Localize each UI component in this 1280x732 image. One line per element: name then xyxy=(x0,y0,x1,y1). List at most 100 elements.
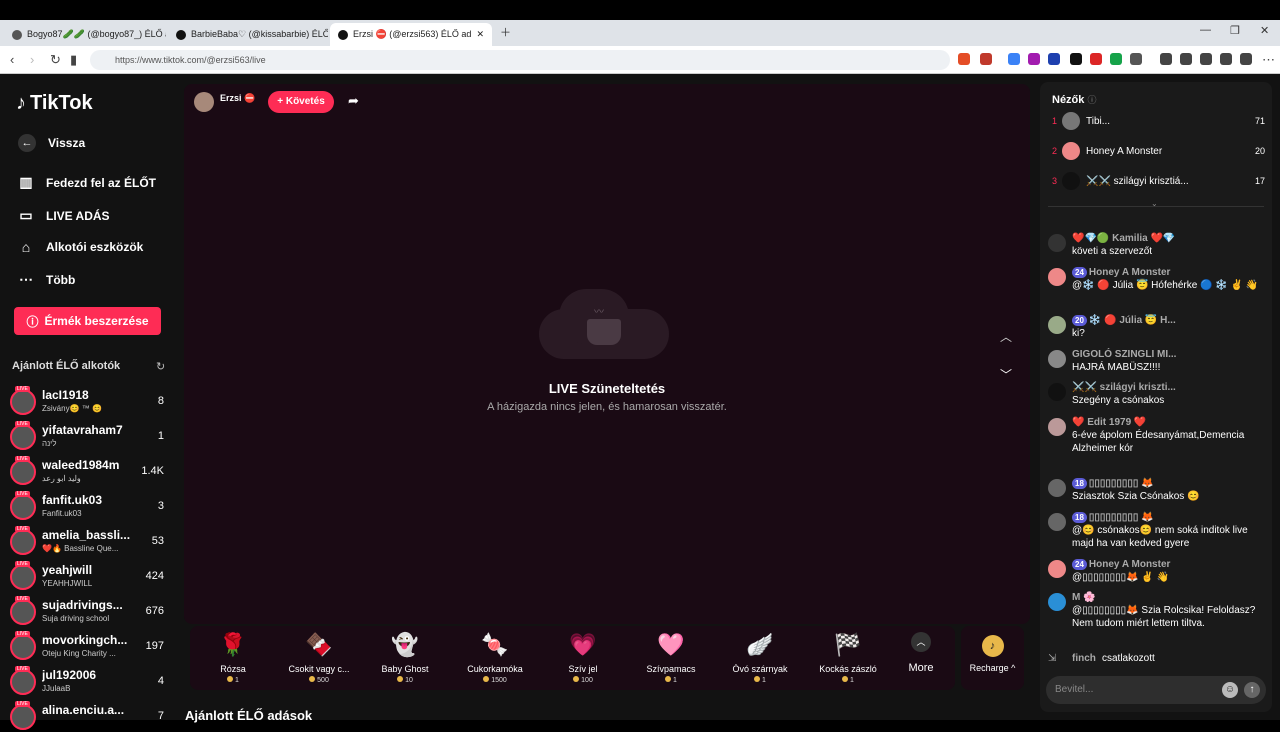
creator-item[interactable]: LIVE fanfit.uk03 Fanfit.uk03 3 xyxy=(10,491,170,522)
extension-icon[interactable] xyxy=(1028,53,1040,65)
browser-tab[interactable]: Bogyo87🥒🥒 (@bogyo87_) ÉLŐ a... xyxy=(4,23,166,46)
chat-username[interactable]: ⚔️⚔️ szilágyi kriszti... xyxy=(1072,381,1266,394)
collections-icon[interactable] xyxy=(1200,53,1212,65)
reload-icon[interactable]: ↻ xyxy=(50,52,61,68)
live-badge: LIVE xyxy=(15,526,30,532)
gift-item[interactable]: 🩷 Szívpamacs 1 xyxy=(628,632,714,684)
extension-icon[interactable] xyxy=(1110,53,1122,65)
viewers-title: Nézők ⓘ xyxy=(1052,94,1097,106)
chat-username[interactable]: Honey A Monster xyxy=(1089,267,1171,278)
gift-item[interactable]: 🪽 Óvó szárnyak 1 xyxy=(717,632,803,684)
extension-icon[interactable] xyxy=(980,53,992,65)
creator-item[interactable]: LIVE jul192006 JJulaaB 4 xyxy=(10,666,170,697)
creator-item[interactable]: LIVE yeahjwill YEAHHJWILL 424 xyxy=(10,561,170,592)
extension-icon[interactable] xyxy=(1130,53,1142,65)
browser-tab[interactable]: BarbieBaba♡ (@kissabarbie) ÉLŐ xyxy=(168,23,328,46)
close-tab-icon[interactable]: ✕ xyxy=(476,29,484,40)
menu-icon[interactable]: ⋯ xyxy=(1262,52,1275,68)
chevron-down-icon[interactable]: ﹀ xyxy=(1000,366,1012,383)
new-tab-icon[interactable]: ＋ xyxy=(500,24,511,40)
back-icon[interactable]: ‹ xyxy=(10,52,14,67)
chevron-up-icon[interactable]: ︿ xyxy=(1000,328,1012,345)
chat-input[interactable]: Bevitel... ☺ ↑ xyxy=(1046,676,1266,704)
info-icon[interactable]: ⓘ xyxy=(1087,95,1096,105)
extension-icon[interactable] xyxy=(1090,53,1102,65)
send-icon[interactable]: ↑ xyxy=(1244,682,1260,698)
chat-username[interactable]: ▯▯▯▯▯▯▯▯▯ 🦊 xyxy=(1089,512,1154,523)
gift-price: 1 xyxy=(762,677,766,684)
chat-username[interactable]: ❄️ 🔴 Júlia 😇 H... xyxy=(1089,315,1176,326)
viewer-row[interactable]: 3 ⚔️⚔️ szilágyi krisztiá... 17 xyxy=(1050,171,1265,193)
refresh-icon[interactable]: ↻ xyxy=(156,360,165,373)
close-window-icon[interactable]: ✕ xyxy=(1260,24,1269,37)
viewer-count: 1.4K xyxy=(141,465,164,477)
nav-more[interactable]: ⋯ Több xyxy=(18,271,75,288)
nav-creator-tools[interactable]: ⌂ Alkotói eszközök xyxy=(18,239,144,255)
live-player[interactable]: Erzsi ⛔ + Követés ➦ 〰 LIVE Szüneteltetés… xyxy=(184,84,1030,624)
chat-username[interactable]: Honey A Monster xyxy=(1089,559,1171,570)
creator-sub: Oteju King Charity ... xyxy=(42,649,116,658)
follow-button[interactable]: + Követés xyxy=(268,91,334,113)
extension-icon[interactable] xyxy=(1008,53,1020,65)
url-field[interactable]: https://www.tiktok.com/@erzsi563/live xyxy=(90,50,950,70)
chat-username[interactable]: M 🌸 xyxy=(1072,591,1266,604)
extension-icon[interactable] xyxy=(1070,53,1082,65)
chat-username[interactable]: GIGOLÓ SZINGLI MI... xyxy=(1072,348,1266,361)
restore-icon[interactable]: ❐ xyxy=(1230,24,1240,37)
chat-username[interactable]: ▯▯▯▯▯▯▯▯▯ 🦊 xyxy=(1089,478,1154,489)
tiktok-logo[interactable]: ♪ TikTok xyxy=(16,92,93,115)
forward-icon[interactable]: › xyxy=(30,52,34,67)
extension-icon[interactable] xyxy=(1048,53,1060,65)
gift-item[interactable]: 🏁 Kockás zászló 1 xyxy=(805,632,891,684)
gift-item[interactable]: 🌹 Rózsa 1 xyxy=(190,632,276,684)
get-coins-button[interactable]: ⓘ Érmék beszerzése xyxy=(14,307,161,335)
creator-item[interactable]: LIVE amelia_bassli... ❤️🔥 Bassline Que... 5… xyxy=(10,526,170,557)
bookmark-icon[interactable]: ▮ xyxy=(70,52,77,68)
shield-icon[interactable] xyxy=(1240,53,1252,65)
avatar xyxy=(10,424,36,450)
chat-message: ⚔️⚔️ szilágyi kriszti... Szegény a csónak… xyxy=(1048,381,1266,409)
browser-tab-active[interactable]: Erzsi ⛔ (@erzsi563) ÉLŐ adásba... ✕ xyxy=(330,23,492,46)
viewer-row[interactable]: 2 Honey A Monster 20 xyxy=(1050,141,1265,163)
sidebar-toggle-icon[interactable] xyxy=(1180,53,1192,65)
avatar xyxy=(1062,142,1080,160)
chat-username[interactable]: ❤️ Edit 1979 ❤️ xyxy=(1072,416,1266,429)
gift-item[interactable]: 🍬 Cukorkamóka 1500 xyxy=(452,632,538,684)
host-avatar[interactable] xyxy=(194,92,214,112)
creator-item[interactable]: LIVE sujadrivings... Suja driving school 67… xyxy=(10,596,170,627)
gift-item[interactable]: 💗 Szív jel 100 xyxy=(540,632,626,684)
gift-name: Csokit vagy c... xyxy=(288,664,350,674)
coin-icon xyxy=(397,676,404,682)
arrow-left-icon: ← xyxy=(18,134,36,152)
more-gifts-button[interactable]: ︿ More xyxy=(904,632,938,674)
chevron-down-icon[interactable]: ⌄ xyxy=(1151,199,1158,208)
viewer-row[interactable]: 1 Tibi... 71 xyxy=(1050,111,1265,133)
nav-explore-live[interactable]: ▥ Fedezd fel az ÉLŐT xyxy=(18,174,156,191)
emoji-icon[interactable]: ☺ xyxy=(1222,682,1238,698)
gift-name: Óvó szárnyak xyxy=(732,664,788,674)
chat-username[interactable]: ❤️💎🟢 Kamilia ❤️💎 xyxy=(1072,232,1266,245)
back-link[interactable]: ← Vissza xyxy=(18,134,85,152)
favorites-icon[interactable] xyxy=(1220,53,1232,65)
creator-item[interactable]: LIVE waleed1984m وليد ابو رعد 1.4K xyxy=(10,456,170,487)
creator-item[interactable]: LIVE lacI1918 Zsivány😊 ™ 😊 8 xyxy=(10,386,170,417)
share-icon[interactable]: ➦ xyxy=(348,93,359,109)
creator-item[interactable]: LIVE alina.enciu.a... 7 xyxy=(10,701,170,732)
sidebar: ♪ TikTok ← Vissza ▥ Fedezd fel az ÉLŐT ▭… xyxy=(0,74,178,730)
nav-live-stream[interactable]: ▭ LIVE ADÁS xyxy=(18,207,109,224)
minimize-icon[interactable]: — xyxy=(1200,24,1211,36)
join-username[interactable]: finch xyxy=(1072,652,1096,665)
gift-item[interactable]: 👻 Baby Ghost 10 xyxy=(362,632,448,684)
host-name[interactable]: Erzsi ⛔ xyxy=(220,93,255,104)
extension-icon[interactable] xyxy=(958,53,970,65)
gift-item[interactable]: 🍫 Csokit vagy c... 500 xyxy=(276,632,362,684)
chocolate-icon: 🍫 xyxy=(305,632,333,657)
creator-item[interactable]: LIVE movorkingch... Oteju King Charity ...… xyxy=(10,631,170,662)
viewer-count: 53 xyxy=(151,535,164,547)
extension-icon[interactable] xyxy=(1160,53,1172,65)
recharge-button[interactable]: ♪ Recharge ^ xyxy=(961,626,1024,690)
checkered-flag-icon: 🏁 xyxy=(834,632,862,657)
creator-item[interactable]: LIVE yifatavraham7 לינה 1 xyxy=(10,421,170,452)
level-badge: 24 xyxy=(1072,267,1087,278)
gift-price: 100 xyxy=(581,677,593,684)
